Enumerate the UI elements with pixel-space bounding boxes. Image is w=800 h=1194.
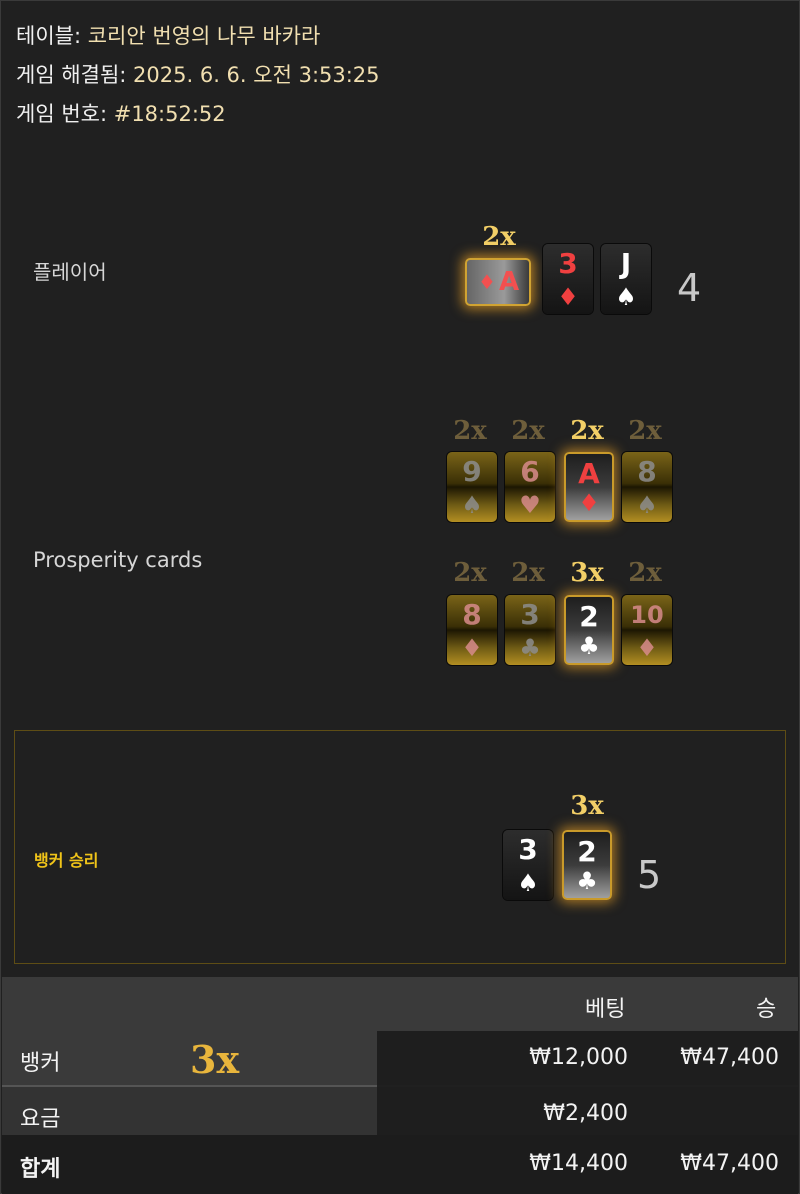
- banker-win-text: 뱅커 승리: [34, 851, 99, 870]
- diamond-icon: ♦: [478, 270, 496, 294]
- card-rank: 8: [462, 598, 482, 631]
- row-bet: ₩14,400: [529, 1151, 628, 1176]
- prosperity-r2-c3-multiplier: 3x: [570, 558, 604, 588]
- player-score: 4: [677, 266, 702, 310]
- card-rank: 8: [637, 455, 657, 488]
- spade-icon: ♠: [517, 869, 539, 897]
- bet-column-header: 베팅: [585, 997, 626, 1022]
- resolved-info: 게임 해결됨: 2025. 6. 6. 오전 3:53:25: [16, 59, 380, 89]
- club-icon: ♣: [519, 634, 541, 662]
- prosperity-card-r1-c4: 8 ♠: [622, 452, 672, 522]
- prosperity-label: Prosperity cards: [33, 548, 203, 572]
- card-rank: 3: [520, 598, 540, 631]
- diamond-icon: ♦: [578, 489, 600, 517]
- prosperity-r1-c3-multiplier: 2x: [570, 416, 604, 446]
- game-number-info: 게임 번호: #18:52:52: [16, 98, 226, 128]
- banker-card-1: 3 ♠: [503, 830, 553, 900]
- club-icon: ♣: [576, 867, 598, 895]
- player-label: 플레이어: [33, 260, 107, 284]
- prosperity-r1-c2-multiplier: 2x: [511, 416, 545, 446]
- bets-table-header: 베팅 승: [2, 977, 798, 1031]
- player-card-1-multiplier: 2x: [482, 222, 516, 252]
- table-info: 테이블: 코리안 번영의 나무 바카라: [16, 20, 320, 50]
- resolved-label: 게임 해결됨:: [16, 63, 127, 87]
- card-rank: 3: [518, 833, 538, 866]
- table-row-fee: 요금 ₩2,400: [2, 1087, 798, 1141]
- prosperity-r2-c4-multiplier: 2x: [628, 558, 662, 588]
- spade-icon: ♠: [636, 491, 658, 519]
- prosperity-card-r2-c3: 2 ♣: [564, 595, 614, 665]
- prosperity-card-r2-c1: 8 ♦: [447, 595, 497, 665]
- card-rank: 2: [577, 835, 597, 868]
- diamond-icon: ♦: [557, 283, 579, 311]
- row-name: 요금: [20, 1107, 61, 1132]
- table-label: 테이블:: [16, 24, 82, 48]
- card-rank: 2: [579, 600, 599, 633]
- diamond-icon: ♦: [636, 634, 658, 662]
- prosperity-card-r1-c2: 6 ♥: [505, 452, 555, 522]
- player-card-1: ♦ A: [465, 258, 531, 306]
- prosperity-r1-c4-multiplier: 2x: [628, 416, 662, 446]
- row-name: 뱅커: [20, 1051, 61, 1076]
- card-rank: 10: [630, 601, 664, 629]
- prosperity-r2-c1-multiplier: 2x: [453, 558, 487, 588]
- row-name: 합계: [20, 1157, 61, 1182]
- game-number-label: 게임 번호:: [16, 102, 108, 126]
- row-bet: ₩2,400: [543, 1101, 628, 1126]
- game-number-value: #18:52:52: [113, 102, 226, 126]
- banker-multiplier: 3x: [190, 1037, 240, 1082]
- table-row-banker: 뱅커 3x ₩12,000 ₩47,400: [2, 1031, 798, 1085]
- banker-card-2-multiplier: 3x: [570, 791, 604, 821]
- club-icon: ♣: [578, 632, 600, 660]
- card-rank: J: [620, 247, 632, 280]
- banker-panel: [14, 730, 786, 964]
- prosperity-r2-c2-multiplier: 2x: [511, 558, 545, 588]
- diamond-icon: ♦: [461, 634, 483, 662]
- prosperity-card-r1-c3: A ♦: [564, 452, 614, 522]
- row-win: ₩47,400: [680, 1151, 779, 1176]
- card-rank: A: [498, 267, 520, 297]
- banker-card-2: 2 ♣: [562, 830, 612, 900]
- win-column-header: 승: [756, 997, 777, 1022]
- prosperity-r1-c1-multiplier: 2x: [453, 416, 487, 446]
- card-rank: 6: [520, 455, 540, 488]
- row-win: ₩47,400: [680, 1045, 779, 1070]
- table-value: 코리안 번영의 나무 바카라: [87, 24, 321, 48]
- row-bet: ₩12,000: [529, 1045, 628, 1070]
- prosperity-card-r2-c2: 3 ♣: [505, 595, 555, 665]
- prosperity-card-r2-c4: 10 ♦: [622, 595, 672, 665]
- card-rank: A: [578, 457, 600, 490]
- banker-score: 5: [637, 853, 662, 897]
- player-card-3: J ♠: [601, 244, 651, 314]
- spade-icon: ♠: [615, 283, 637, 311]
- bets-table: 베팅 승 뱅커 3x ₩12,000 ₩47,400 요금 ₩2,400 합계 …: [2, 977, 798, 1194]
- table-row-total: 합계 ₩14,400 ₩47,400: [2, 1135, 798, 1194]
- card-rank: 3: [558, 247, 578, 280]
- spade-icon: ♠: [461, 491, 483, 519]
- player-card-2: 3 ♦: [543, 244, 593, 314]
- card-rank: 9: [462, 455, 482, 488]
- heart-icon: ♥: [519, 491, 541, 519]
- resolved-value: 2025. 6. 6. 오전 3:53:25: [133, 63, 380, 87]
- prosperity-card-r1-c1: 9 ♠: [447, 452, 497, 522]
